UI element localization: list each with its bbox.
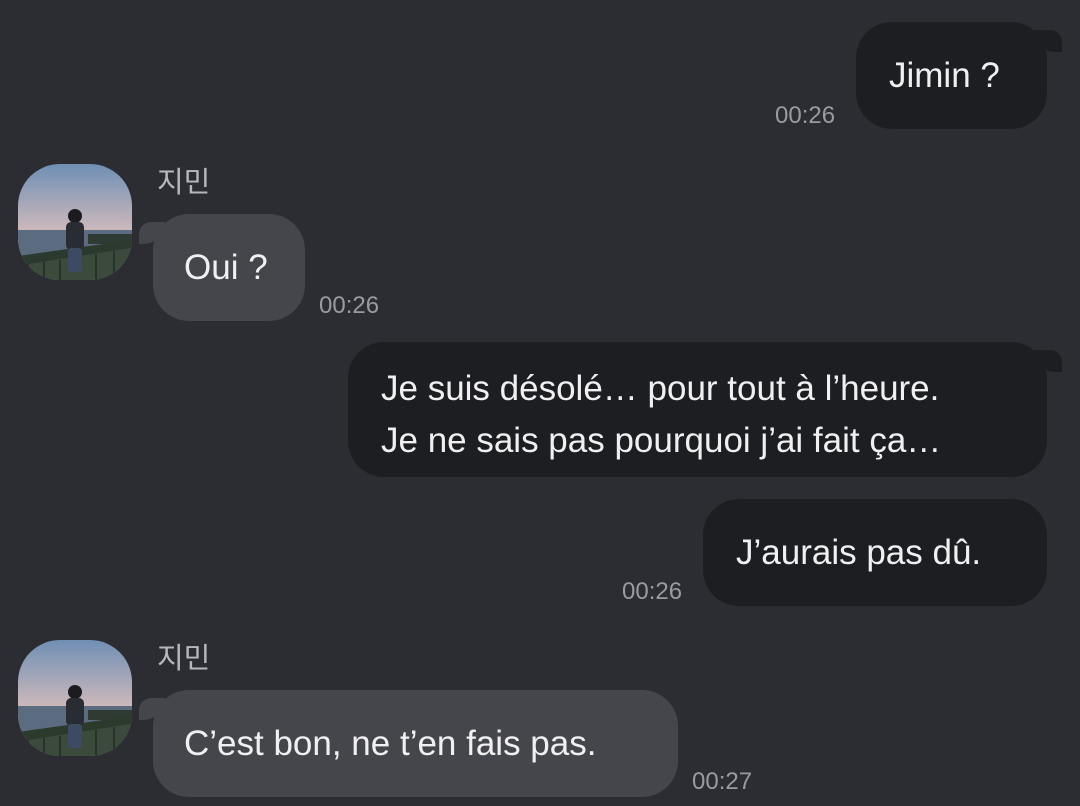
message-text-line: Je suis désolé… pour tout à l’heure. <box>381 369 940 408</box>
chat-thread[interactable]: Jimin ? 00:26 지민 Oui ? 00:26 Je suis dés… <box>0 0 1080 806</box>
message-text: C’est bon, ne t’en fais pas. <box>184 724 597 763</box>
message-text-line: Je ne sais pas pourquoi j’ai fait ça… <box>381 421 942 460</box>
message-timestamp: 00:26 <box>775 102 836 129</box>
profile-photo-icon <box>18 164 132 280</box>
message-bubble-outgoing[interactable]: J’aurais pas dû. <box>703 499 1047 606</box>
message-bubble-outgoing[interactable]: Je suis désolé… pour tout à l’heure. Je … <box>348 342 1047 477</box>
avatar[interactable] <box>18 164 132 280</box>
sender-name: 지민 <box>157 167 211 199</box>
message-text: J’aurais pas dû. <box>736 533 982 572</box>
sender-name: 지민 <box>157 643 211 675</box>
message-timestamp: 00:26 <box>319 292 380 319</box>
message-text: Oui ? <box>184 248 268 287</box>
profile-photo-icon <box>18 640 132 756</box>
message-bubble-incoming[interactable]: C’est bon, ne t’en fais pas. <box>153 690 678 797</box>
message-text: Jimin ? <box>889 56 1000 95</box>
message-bubble-incoming[interactable]: Oui ? <box>153 214 305 321</box>
message-bubble-outgoing[interactable]: Jimin ? <box>856 22 1047 129</box>
message-timestamp: 00:27 <box>692 768 753 795</box>
avatar[interactable] <box>18 640 132 756</box>
message-timestamp: 00:26 <box>622 578 683 605</box>
